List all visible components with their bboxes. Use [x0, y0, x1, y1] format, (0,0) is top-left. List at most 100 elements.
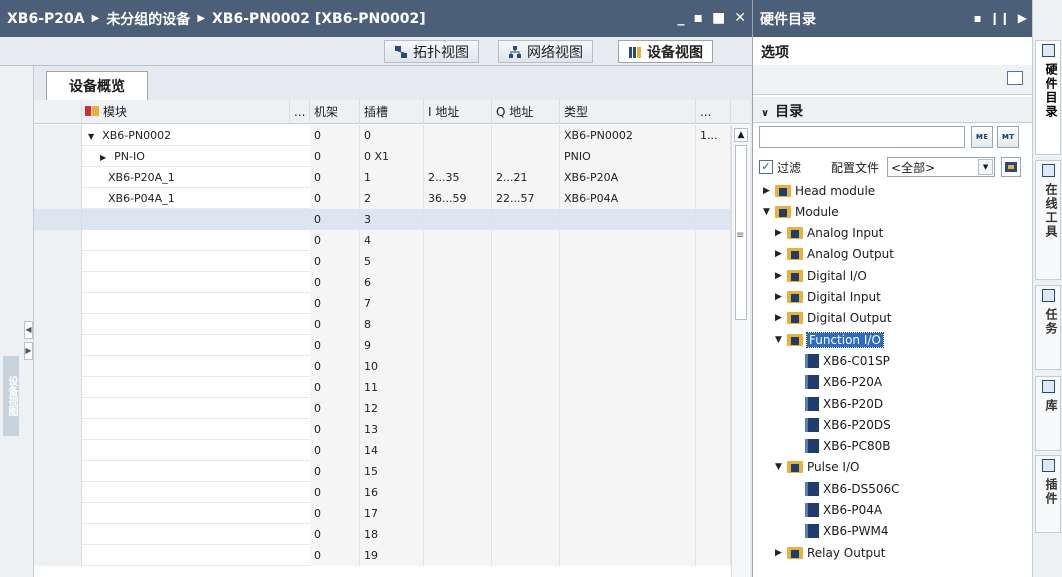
- table-row[interactable]: 07: [34, 293, 731, 314]
- cell-rack[interactable]: 0: [310, 461, 360, 482]
- cell-more[interactable]: [696, 419, 731, 440]
- cell-type[interactable]: [560, 419, 696, 440]
- cell-rack[interactable]: 0: [310, 335, 360, 356]
- cell-iaddr[interactable]: [424, 482, 492, 503]
- cell-iaddr[interactable]: [424, 545, 492, 566]
- tree-item-digital-output[interactable]: ▶ Digital Output: [775, 308, 891, 329]
- cell-iaddr[interactable]: [424, 524, 492, 545]
- search-up-button[interactable]: ᴍᴛ: [997, 126, 1019, 148]
- expand-right-icon[interactable]: ▶: [775, 228, 787, 238]
- cell-module[interactable]: [82, 440, 310, 461]
- cell-slot[interactable]: 16: [360, 482, 424, 503]
- cell-rack[interactable]: 0: [310, 524, 360, 545]
- cell-rack[interactable]: 0: [310, 209, 360, 230]
- tab-tasks[interactable]: 任务: [1035, 285, 1061, 370]
- cell-iaddr[interactable]: [424, 419, 492, 440]
- cell-more[interactable]: [696, 545, 731, 566]
- cell-qaddr[interactable]: [492, 440, 560, 461]
- table-row[interactable]: 0 19: [34, 545, 731, 566]
- tab-online-tools[interactable]: 在线工具: [1035, 160, 1061, 280]
- table-row[interactable]: 0 15: [34, 461, 731, 482]
- expand-down-icon[interactable]: ▼: [88, 132, 94, 141]
- cell-slot[interactable]: 3: [360, 209, 424, 230]
- cell-more[interactable]: [696, 272, 731, 293]
- table-row[interactable]: 0 13: [34, 419, 731, 440]
- cell-type[interactable]: [560, 482, 696, 503]
- device-view-side-label[interactable]: 设备视图: [3, 356, 19, 436]
- row-lead-cell[interactable]: [34, 230, 82, 251]
- table-row[interactable]: XB6-P04A_1 0 2 36...59 22...57 XB6-P04A: [34, 188, 731, 209]
- cell-rack[interactable]: 0: [310, 272, 360, 293]
- cell-slot[interactable]: 17: [360, 503, 424, 524]
- table-row[interactable]: 0 10: [34, 356, 731, 377]
- cell-iaddr[interactable]: [424, 125, 492, 146]
- cell-rack[interactable]: 0: [310, 146, 360, 167]
- cell-slot[interactable]: 14: [360, 440, 424, 461]
- cell-iaddr[interactable]: [424, 335, 492, 356]
- cell-more[interactable]: [696, 440, 731, 461]
- header-i-address[interactable]: I 地址: [424, 100, 492, 124]
- cell-slot[interactable]: 19: [360, 545, 424, 566]
- expand-down-icon[interactable]: ▼: [775, 462, 787, 472]
- scroll-up-icon[interactable]: ▲: [734, 128, 748, 142]
- cell-iaddr[interactable]: [424, 209, 492, 230]
- cell-more[interactable]: [696, 293, 731, 314]
- cell-rack[interactable]: 0: [310, 440, 360, 461]
- tree-item-module[interactable]: ▼ Module: [763, 201, 839, 222]
- cell-qaddr[interactable]: [492, 398, 560, 419]
- cell-slot[interactable]: 6: [360, 272, 424, 293]
- cell-more[interactable]: [696, 188, 731, 209]
- expand-right-icon[interactable]: ▶: [775, 313, 787, 323]
- cell-rack[interactable]: 0: [310, 230, 360, 251]
- float-button[interactable]: ▪: [694, 10, 704, 26]
- collapse-left-icon[interactable]: ◀: [24, 321, 33, 339]
- cell-more[interactable]: [696, 377, 731, 398]
- table-row[interactable]: 0 12: [34, 398, 731, 419]
- cell-rack[interactable]: 0: [310, 419, 360, 440]
- tree-item-xb6-p20d[interactable]: XB6-P20D: [805, 393, 883, 414]
- cell-module[interactable]: [82, 398, 310, 419]
- cell-type[interactable]: [560, 251, 696, 272]
- table-row[interactable]: 0 16: [34, 482, 731, 503]
- header-type[interactable]: 类型: [560, 100, 696, 124]
- cell-qaddr[interactable]: [492, 146, 560, 167]
- cell-qaddr[interactable]: [492, 251, 560, 272]
- cell-iaddr[interactable]: [424, 230, 492, 251]
- tree-item-xb6-pc80b[interactable]: XB6-PC80B: [805, 436, 891, 457]
- row-lead-cell[interactable]: [34, 398, 82, 419]
- row-lead-cell[interactable]: [34, 251, 82, 272]
- cell-iaddr[interactable]: 2...35: [424, 167, 492, 188]
- table-row[interactable]: ▶ PN-IO 0 0 X1 PNIO: [34, 146, 731, 167]
- row-lead-cell[interactable]: [34, 188, 82, 209]
- cell-iaddr[interactable]: [424, 377, 492, 398]
- catalog-search-input[interactable]: [759, 126, 965, 148]
- cell-module[interactable]: XB6-P04A_1: [82, 188, 310, 209]
- cell-more[interactable]: [696, 167, 731, 188]
- cell-type[interactable]: [560, 272, 696, 293]
- cell-slot[interactable]: 0: [360, 125, 424, 146]
- profile-select[interactable]: <全部> ▼: [887, 157, 996, 177]
- cell-module[interactable]: [82, 545, 310, 566]
- header-rack[interactable]: 机架: [310, 100, 360, 124]
- cell-more[interactable]: 1...: [696, 125, 731, 146]
- cell-qaddr[interactable]: [492, 230, 560, 251]
- row-lead-cell[interactable]: [34, 335, 82, 356]
- cell-type[interactable]: [560, 398, 696, 419]
- pin-panel-icon[interactable]: ❙❙: [990, 11, 1010, 25]
- cell-slot[interactable]: 11: [360, 377, 424, 398]
- cell-type[interactable]: [560, 356, 696, 377]
- cell-iaddr[interactable]: [424, 146, 492, 167]
- header-ellipsis-2[interactable]: ...: [696, 100, 731, 124]
- device-view-button[interactable]: 设备视图: [618, 40, 713, 63]
- cell-more[interactable]: [696, 482, 731, 503]
- row-lead-cell[interactable]: [34, 167, 82, 188]
- cell-qaddr[interactable]: [492, 419, 560, 440]
- expand-down-icon[interactable]: ▼: [775, 335, 787, 345]
- collapse-panel-icon[interactable]: ▶: [1018, 11, 1027, 25]
- cell-more[interactable]: [696, 524, 731, 545]
- expand-right-icon[interactable]: ▶: [100, 153, 106, 162]
- filter-checkbox[interactable]: ✓: [759, 160, 773, 174]
- cell-module[interactable]: [82, 482, 310, 503]
- tree-item-xb6-ds506c[interactable]: XB6-DS506C: [805, 478, 900, 499]
- cell-iaddr[interactable]: [424, 251, 492, 272]
